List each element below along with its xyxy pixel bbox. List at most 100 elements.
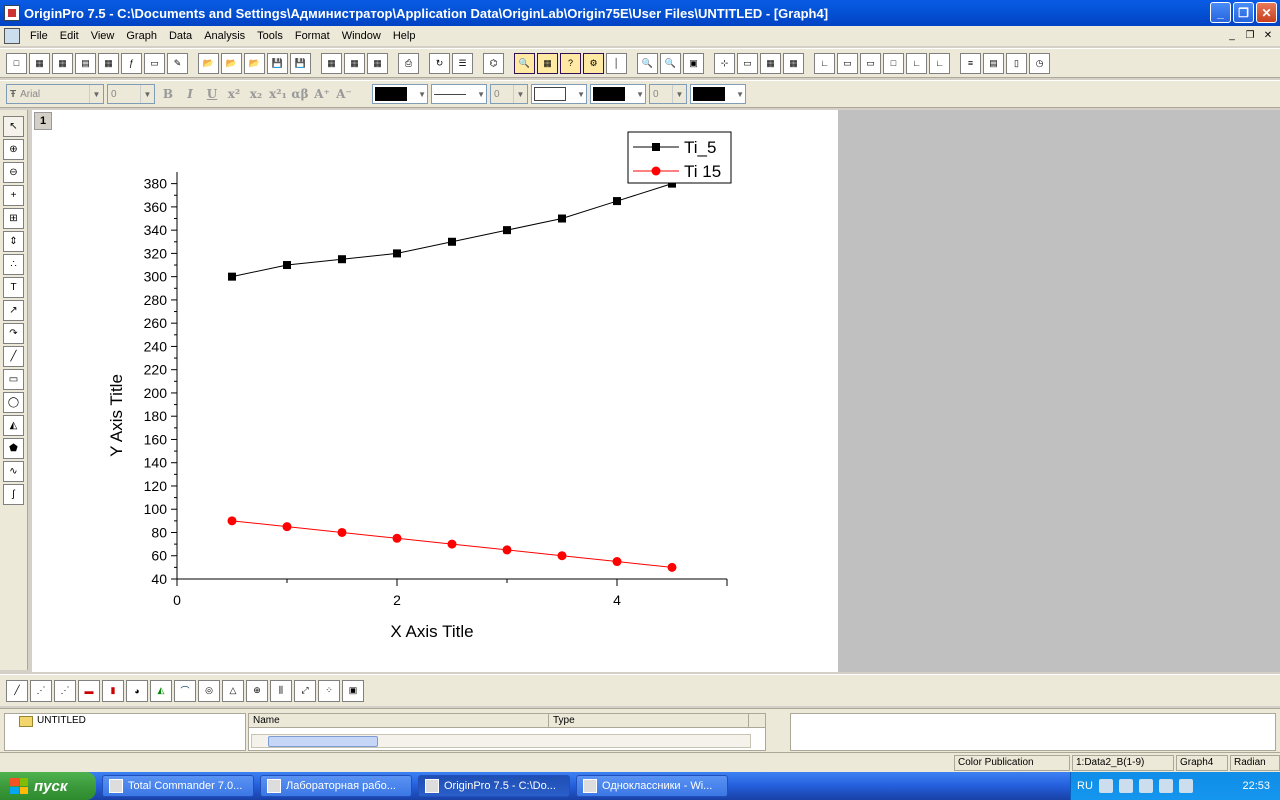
menu-analysis[interactable]: Analysis <box>198 30 251 42</box>
pie-plot-icon[interactable]: ◕ <box>126 679 148 702</box>
open-excel-icon[interactable]: 📂 <box>244 52 265 74</box>
open-icon[interactable]: 📂 <box>198 52 219 74</box>
subscript-button[interactable]: x₂ <box>246 84 266 104</box>
zoom-icon[interactable]: 🔍 <box>660 52 681 74</box>
restore-button[interactable]: ❐ <box>1233 2 1254 23</box>
pointer-tool-icon[interactable]: ↖ <box>3 116 24 137</box>
screen-reader-tool-icon[interactable]: + <box>3 185 24 206</box>
menu-file[interactable]: File <box>24 30 54 42</box>
mdi-close-button[interactable]: ✕ <box>1260 28 1276 42</box>
options-icon[interactable]: ⚙ <box>583 52 604 74</box>
polar-plot-icon[interactable]: ◎ <box>198 679 220 702</box>
minimize-button[interactable]: _ <box>1210 2 1231 23</box>
help-icon[interactable] <box>1098 779 1113 793</box>
italic-button[interactable]: I <box>180 84 200 104</box>
script-window-icon[interactable]: ▦ <box>537 52 558 74</box>
layer-1-icon[interactable]: ▭ <box>737 52 758 74</box>
fill-area-plot-icon[interactable]: ⌒ <box>174 679 196 702</box>
plot-area[interactable]: 4060801001201401601802002202402602803003… <box>32 110 838 672</box>
arrow-tool-icon[interactable]: ↗ <box>3 300 24 321</box>
import-ascii-icon[interactable]: ▦ <box>321 52 342 74</box>
font-color-select[interactable]: ▼ <box>372 84 428 104</box>
menu-view[interactable]: View <box>85 30 121 42</box>
line-symbol-plot-icon[interactable]: ⋰ <box>54 679 76 702</box>
axis-right-icon[interactable]: ▭ <box>860 52 881 74</box>
start-button[interactable]: пуск <box>0 772 96 800</box>
new-matrix-icon[interactable]: ▦ <box>98 52 119 74</box>
menu-window[interactable]: Window <box>336 30 387 42</box>
decrease-font-button[interactable]: A⁻ <box>334 84 354 104</box>
axis-left-icon[interactable]: ∟ <box>906 52 927 74</box>
smith-chart-icon[interactable]: ⊕ <box>246 679 268 702</box>
zoom-in-tool-icon[interactable]: ⊕ <box>3 139 24 160</box>
volume-icon[interactable] <box>1118 779 1133 793</box>
menu-help[interactable]: Help <box>387 30 422 42</box>
line-width-select[interactable]: 0 ▼ <box>490 84 528 104</box>
folder-tree[interactable]: UNTITLED <box>4 713 246 751</box>
new-notes-icon[interactable]: ✎ <box>167 52 188 74</box>
draw-data-tool-icon[interactable]: ∴ <box>3 254 24 275</box>
font-size-select[interactable]: 0 ▼ <box>107 84 155 104</box>
circle-tool-icon[interactable]: ◯ <box>3 392 24 413</box>
underline-button[interactable]: U <box>202 84 222 104</box>
layer-9-icon[interactable]: ▦ <box>783 52 804 74</box>
freehand-tool-icon[interactable]: ʃ <box>3 484 24 505</box>
polygon-tool-icon[interactable]: ◭ <box>3 415 24 436</box>
refresh-icon[interactable]: ↻ <box>429 52 450 74</box>
graph-page[interactable]: 1 40 60 80 100 120 140 160 180 200 220 240 260 280 30… <box>32 110 838 672</box>
bold-button[interactable]: B <box>158 84 178 104</box>
area-plot-icon[interactable]: ◭ <box>150 679 172 702</box>
task-originpro[interactable]: OriginPro 7.5 - C:\Do... <box>418 775 570 797</box>
whole-page-icon[interactable]: ▣ <box>683 52 704 74</box>
data-reader-tool-icon[interactable]: ⊞ <box>3 208 24 229</box>
language-indicator[interactable]: RU <box>1077 780 1093 792</box>
results-log-icon[interactable]: 🔍 <box>514 52 535 74</box>
save-icon[interactable]: 💾 <box>267 52 288 74</box>
pattern-color-select[interactable]: ▼ <box>690 84 746 104</box>
update-icon[interactable] <box>1178 779 1193 793</box>
template-plot-icon[interactable]: ▣ <box>342 679 364 702</box>
scroll-thumb[interactable] <box>268 736 378 747</box>
new-graph-icon[interactable]: ▤ <box>75 52 96 74</box>
new-worksheet-icon[interactable]: ▦ <box>29 52 50 74</box>
menu-edit[interactable]: Edit <box>54 30 85 42</box>
new-layout-icon[interactable]: ▭ <box>144 52 165 74</box>
task-word-document[interactable]: Лабораторная рабо... <box>260 775 412 797</box>
import-excel-icon[interactable]: ▦ <box>367 52 388 74</box>
axis-top-icon[interactable]: ▭ <box>837 52 858 74</box>
polyline-tool-icon[interactable]: ∿ <box>3 461 24 482</box>
font-select[interactable]: Ŧ Arial ▼ <box>6 84 104 104</box>
new-function-icon[interactable]: ƒ <box>121 52 142 74</box>
fill-pattern-select[interactable]: ▼ <box>531 84 587 104</box>
ternary-plot-icon[interactable]: △ <box>222 679 244 702</box>
origin-app-icon[interactable] <box>4 5 20 21</box>
region-tool-icon[interactable]: ⬟ <box>3 438 24 459</box>
column-header-type[interactable]: Type <box>549 714 749 727</box>
new-excel-icon[interactable]: ▦ <box>52 52 73 74</box>
bubble-plot-icon[interactable]: ⁘ <box>318 679 340 702</box>
line-plot-icon[interactable]: ╱ <box>6 679 28 702</box>
supsub-button[interactable]: x²₁ <box>268 84 288 104</box>
task-internet-explorer[interactable]: Одноклассники - Wi... <box>576 775 728 797</box>
menu-tools[interactable]: Tools <box>251 30 289 42</box>
data-selector-tool-icon[interactable]: ⇕ <box>3 231 24 252</box>
code-builder-icon[interactable]: ? <box>560 52 581 74</box>
explorer-right-pane[interactable] <box>790 713 1276 751</box>
zoom-out-tool-icon[interactable]: ⊖ <box>3 162 24 183</box>
add-column-icon[interactable]: │ <box>606 52 627 74</box>
mdi-minimize-button[interactable]: _ <box>1224 28 1240 42</box>
pattern-width-select[interactable]: 0 ▼ <box>649 84 687 104</box>
align-icon[interactable]: ≡ <box>960 52 981 74</box>
line-style-select[interactable]: ▼ <box>431 84 487 104</box>
column-plot-icon[interactable]: ▮ <box>102 679 124 702</box>
folder-untitled[interactable]: UNTITLED <box>37 715 86 726</box>
graph-window-icon[interactable] <box>4 28 20 44</box>
horizontal-scrollbar[interactable] <box>251 734 751 748</box>
timer-icon[interactable]: ◷ <box>1029 52 1050 74</box>
hi-lo-plot-icon[interactable]: ⫼ <box>270 679 292 702</box>
layer-manage-icon[interactable]: ▤ <box>983 52 1004 74</box>
curved-arrow-tool-icon[interactable]: ↷ <box>3 323 24 344</box>
layer-4-icon[interactable]: ▦ <box>760 52 781 74</box>
superscript-button[interactable]: x² <box>224 84 244 104</box>
vector-plot-icon[interactable]: ⤢ <box>294 679 316 702</box>
